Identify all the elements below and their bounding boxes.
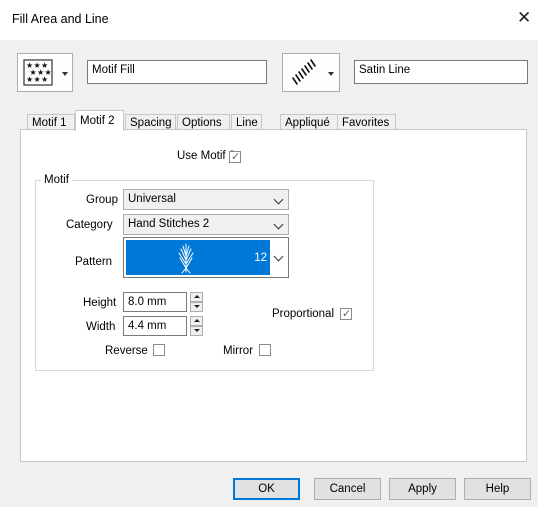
pattern-selected-item: 12 [126,240,270,275]
proportional-checkbox[interactable]: ✓ [340,308,352,320]
tab-options[interactable]: Options [177,114,230,130]
star-motif-fill-icon: ★ ★ ★ ★ ★ ★ ★ ★ ★ [23,59,53,86]
fill-type-button[interactable]: ★ ★ ★ ★ ★ ★ ★ ★ ★ [17,53,73,92]
mirror-checkbox[interactable] [259,344,271,356]
svg-text:★: ★ [41,75,48,84]
tab-motif-2[interactable]: Motif 2 [75,110,124,131]
ok-button[interactable]: OK [233,478,300,500]
spin-down-icon [194,329,200,332]
reverse-label: Reverse [105,345,148,357]
tab-motif-1[interactable]: Motif 1 [27,114,75,130]
checkmark-icon: ✓ [342,308,352,320]
height-up-button[interactable] [190,292,203,302]
height-down-button[interactable] [190,302,203,312]
apply-button[interactable]: Apply [389,478,456,500]
category-label: Category [66,219,113,231]
height-input[interactable]: 8.0 mm [123,292,187,312]
close-icon[interactable]: ✕ [517,8,531,28]
tab-spacing[interactable]: Spacing [125,114,176,130]
height-label: Height [83,297,117,309]
width-label: Width [86,321,116,333]
use-motif2-label: Use Motif 2 [177,150,236,162]
checkmark-icon: ✓ [231,151,241,163]
spin-up-icon [194,319,200,322]
group-label: Group [86,194,118,206]
width-up-button[interactable] [190,316,203,326]
line-name-field[interactable]: Satin Line [354,60,528,84]
pattern-dropdown[interactable]: 12 [123,237,289,278]
tab-favorites[interactable]: Favorites [337,114,396,130]
use-motif2-checkbox[interactable]: ✓ [229,151,241,163]
reverse-checkbox[interactable] [153,344,165,356]
window-title: Fill Area and Line [12,12,109,26]
line-type-button[interactable] [282,53,340,92]
category-value: Hand Stitches 2 [128,218,210,230]
category-dropdown[interactable]: Hand Stitches 2 [123,214,289,235]
tab-line[interactable]: Line [231,114,262,130]
chevron-down-icon [62,72,68,76]
spin-down-icon [194,305,200,308]
fill-name-field[interactable]: Motif Fill [87,60,267,84]
feather-stitch-icon [178,243,194,274]
cancel-button[interactable]: Cancel [314,478,381,500]
pattern-label: Pattern [75,256,113,268]
chevron-down-icon [273,219,284,230]
svg-text:★: ★ [26,75,33,84]
group-value: Universal [128,193,176,205]
spin-up-icon [194,295,200,298]
help-button[interactable]: Help [464,478,531,500]
width-down-button[interactable] [190,326,203,336]
width-input[interactable]: 4.4 mm [123,316,187,336]
chevron-down-icon [273,194,284,205]
group-dropdown[interactable]: Universal [123,189,289,210]
proportional-label: Proportional [272,308,335,320]
tab-applique[interactable]: Appliqué [280,114,338,130]
chevron-down-icon [273,251,284,262]
satin-line-icon [292,59,316,85]
mirror-label: Mirror [223,345,254,357]
pattern-number: 12 [254,252,267,264]
motif-group-title: Motif [41,174,72,186]
chevron-down-icon [328,72,334,76]
svg-text:★: ★ [34,75,41,84]
